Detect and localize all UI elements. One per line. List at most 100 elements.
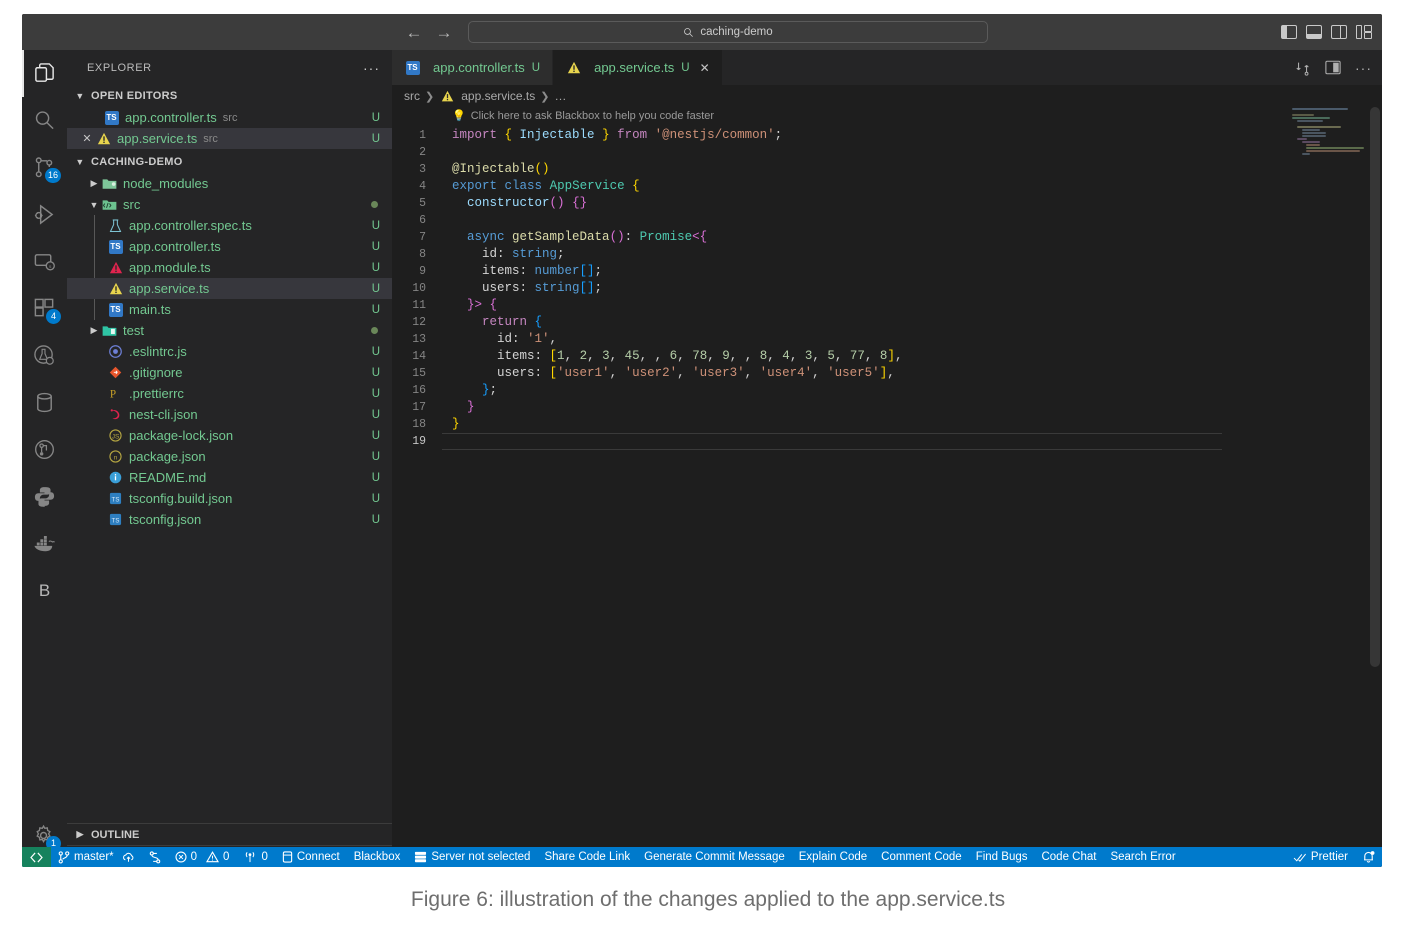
status-problems[interactable]: 0 0 xyxy=(168,847,237,867)
breadcrumb-src[interactable]: src xyxy=(404,89,420,103)
quick-input-search[interactable]: caching-demo xyxy=(468,21,988,43)
arrow-right-icon[interactable]: → xyxy=(432,20,456,44)
close-icon[interactable]: ✕ xyxy=(79,132,95,145)
status-notifications[interactable] xyxy=(1355,847,1382,867)
section-open-editors[interactable]: ▼ OPEN EDITORS xyxy=(67,85,392,107)
tree-row-file[interactable]: TS tsconfig.json U xyxy=(67,509,392,530)
tree-row-file[interactable]: .gitignore U xyxy=(67,362,392,383)
code-editor[interactable]: 💡 Click here to ask Blackbox to help you… xyxy=(392,107,1382,847)
status-remote-host[interactable] xyxy=(22,847,51,867)
tree-row-file[interactable]: TS app.controller.ts U xyxy=(67,236,392,257)
breadcrumb-file[interactable]: app.service.ts xyxy=(461,89,535,103)
status-git-compare[interactable] xyxy=(142,847,168,867)
status-server[interactable]: Server not selected xyxy=(407,847,537,867)
tree-row-file[interactable]: P .prettierrc U xyxy=(67,383,392,404)
breadcrumb-more[interactable]: … xyxy=(554,89,566,103)
tree-row-file[interactable]: n package.json U xyxy=(67,446,392,467)
line-number: 8 xyxy=(392,246,442,263)
tree-row-file[interactable]: TS tsconfig.build.json U xyxy=(67,488,392,509)
toggle-primary-sidebar-icon[interactable] xyxy=(1281,25,1297,39)
section-workspace[interactable]: ▼ CACHING-DEMO xyxy=(67,151,392,173)
sidebar-title: EXPLORER xyxy=(87,62,152,74)
status-generate-commit-message[interactable]: Generate Commit Message xyxy=(637,847,792,867)
code-line: 11 }> { xyxy=(392,297,1382,314)
tree-row-file[interactable]: nest-cli.json U xyxy=(67,404,392,425)
tree-row-file[interactable]: app.module.ts U xyxy=(67,257,392,278)
tree-row-status: U xyxy=(372,430,380,442)
customize-layout-icon[interactable] xyxy=(1356,25,1372,39)
status-share-code-link[interactable]: Share Code Link xyxy=(537,847,637,867)
more-actions-icon[interactable]: ··· xyxy=(1355,60,1372,76)
tree-row-name: package-lock.json xyxy=(129,428,233,443)
tree-row-name: src xyxy=(123,197,140,212)
toggle-secondary-sidebar-icon[interactable] xyxy=(1331,25,1347,39)
svg-text:n: n xyxy=(114,454,118,461)
open-editor-row[interactable]: TS app.controller.ts src U xyxy=(67,107,392,128)
toggle-panel-icon[interactable] xyxy=(1306,25,1322,39)
line-number: 16 xyxy=(392,382,442,399)
activity-git-graph[interactable] xyxy=(22,426,67,473)
tab-app-controller[interactable]: TS app.controller.ts U xyxy=(392,50,553,85)
activity-blackbox[interactable]: B xyxy=(22,567,67,614)
status-comment-code[interactable]: Comment Code xyxy=(874,847,969,867)
status-code-chat[interactable]: Code Chat xyxy=(1034,847,1103,867)
status-action-label: Comment Code xyxy=(881,851,962,863)
tree-row-file[interactable]: app.controller.spec.ts U xyxy=(67,215,392,236)
section-outline[interactable]: ▶ OUTLINE xyxy=(67,823,392,845)
status-branch[interactable]: master* xyxy=(51,847,142,867)
blackbox-hint[interactable]: 💡 Click here to ask Blackbox to help you… xyxy=(452,109,714,122)
activity-extensions[interactable]: 4 xyxy=(22,285,67,332)
editor-scrollbar[interactable] xyxy=(1370,107,1380,667)
tree-row-name: main.ts xyxy=(129,302,171,317)
tree-row-name: .eslintrc.js xyxy=(129,344,187,359)
remote-host-icon xyxy=(30,852,43,863)
tree-row-file[interactable]: TS main.ts U xyxy=(67,299,392,320)
split-editor-icon[interactable] xyxy=(1325,60,1341,75)
activity-python[interactable] xyxy=(22,473,67,520)
tree-row-file[interactable]: app.service.ts U xyxy=(67,278,392,299)
status-search-error[interactable]: Search Error xyxy=(1103,847,1182,867)
git-compare-icon xyxy=(149,851,161,864)
arrow-left-icon[interactable]: ← xyxy=(402,20,426,44)
blackbox-hint-text: Click here to ask Blackbox to help you c… xyxy=(471,110,714,122)
sidebar-more-actions-icon[interactable]: ··· xyxy=(363,60,380,76)
chevron-right-icon[interactable]: ▶ xyxy=(87,178,101,189)
eslint-icon xyxy=(107,344,124,360)
tree-row-name: tsconfig.build.json xyxy=(129,491,232,506)
activity-database[interactable] xyxy=(22,379,67,426)
chevron-down-icon[interactable]: ▼ xyxy=(87,200,101,210)
tab-app-service[interactable]: app.service.ts U ✕ xyxy=(553,50,723,85)
activity-bar: 16 s xyxy=(22,50,67,867)
open-editor-name: app.controller.ts xyxy=(125,110,217,125)
status-blackbox[interactable]: Blackbox xyxy=(347,847,408,867)
chevron-right-icon[interactable]: ▶ xyxy=(87,325,101,336)
tree-row-file[interactable]: JS package-lock.json U xyxy=(67,425,392,446)
nestjs-service-icon xyxy=(565,60,582,76)
tree-row-file[interactable]: README.md U xyxy=(67,467,392,488)
status-explain-code[interactable]: Explain Code xyxy=(792,847,874,867)
activity-explorer[interactable] xyxy=(22,50,67,97)
folder-modified-dot xyxy=(371,201,378,208)
activity-docker[interactable] xyxy=(22,520,67,567)
status-server-label: Server not selected xyxy=(431,851,530,863)
nestjs-module-icon xyxy=(107,260,124,276)
run-file-icon[interactable] xyxy=(1295,60,1311,76)
svg-text:TS: TS xyxy=(112,497,120,503)
activity-source-control[interactable]: 16 xyxy=(22,144,67,191)
activity-testing[interactable] xyxy=(22,332,67,379)
tree-row-folder[interactable]: ▶ test xyxy=(67,320,392,341)
status-prettier[interactable]: Prettier xyxy=(1286,847,1355,867)
code-line: 17 } xyxy=(392,399,1382,416)
tree-row-file[interactable]: .eslintrc.js U xyxy=(67,341,392,362)
tree-row-folder[interactable]: ▶ node_modules xyxy=(67,173,392,194)
open-editor-row[interactable]: ✕ app.service.ts src U xyxy=(67,128,392,149)
activity-run-debug[interactable] xyxy=(22,191,67,238)
tree-row-folder[interactable]: ▼ src xyxy=(67,194,392,215)
status-find-bugs[interactable]: Find Bugs xyxy=(969,847,1035,867)
activity-remote-explorer[interactable]: s xyxy=(22,238,67,285)
status-ports[interactable]: 0 xyxy=(236,847,274,867)
activity-search[interactable] xyxy=(22,97,67,144)
status-connect[interactable]: Connect xyxy=(275,847,347,867)
close-icon[interactable]: ✕ xyxy=(700,61,710,75)
minimap[interactable] xyxy=(1292,107,1368,227)
